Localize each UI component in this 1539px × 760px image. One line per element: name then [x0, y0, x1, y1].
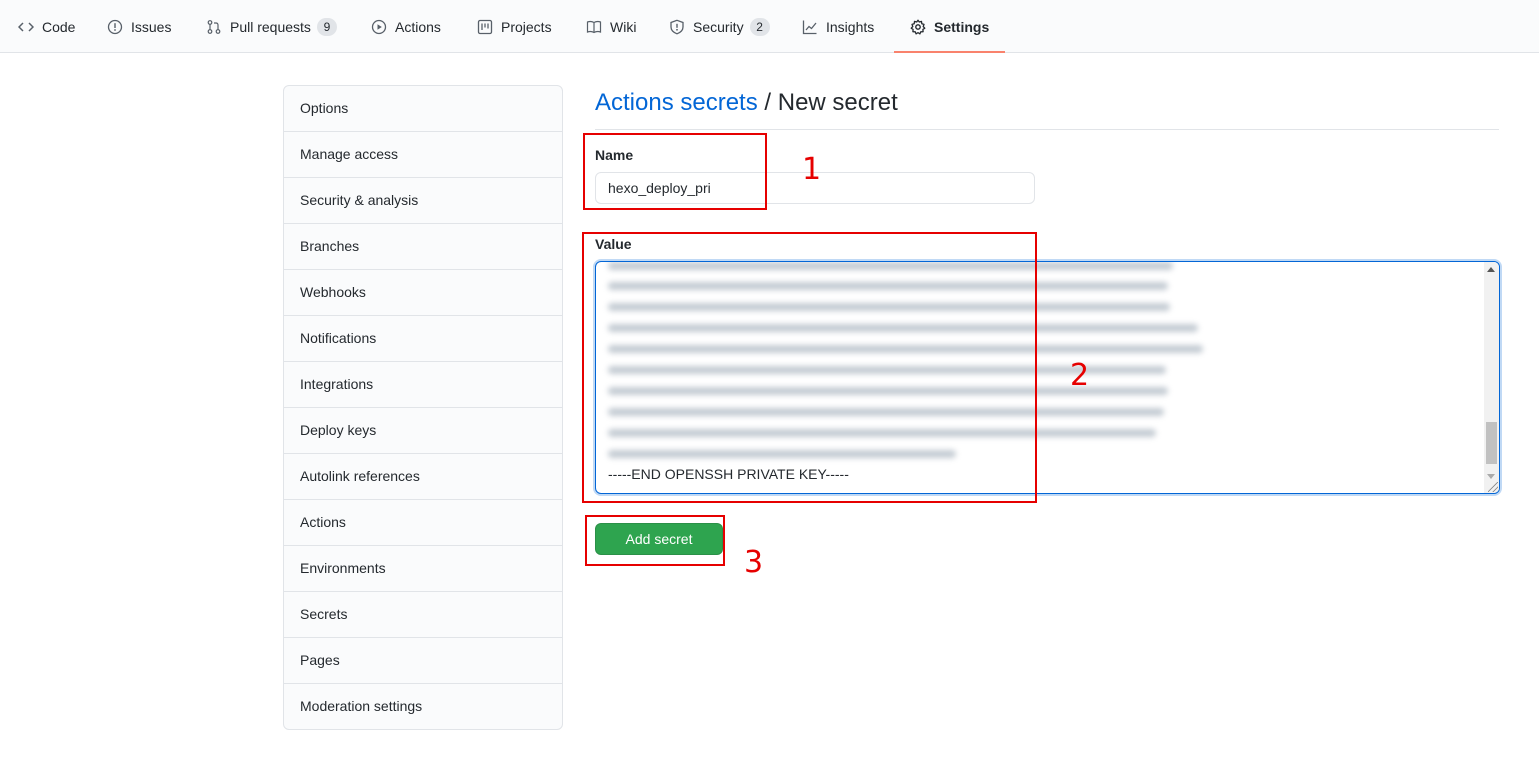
tab-pull-requests[interactable]: Pull requests 9	[206, 0, 337, 53]
title-divider	[595, 129, 1499, 130]
breadcrumb-separator: /	[757, 89, 778, 116]
tab-insights[interactable]: Insights	[802, 0, 874, 53]
annotation-number-3: 3	[744, 545, 764, 580]
sidebar-item-integrations[interactable]: Integrations	[284, 362, 562, 408]
annotation-box-3	[585, 515, 725, 566]
tab-security-label: Security	[693, 18, 744, 35]
scrollbar-thumb[interactable]	[1486, 422, 1497, 464]
tab-projects[interactable]: Projects	[477, 0, 552, 53]
sidebar-item-branches[interactable]: Branches	[284, 224, 562, 270]
scroll-down-arrow-icon[interactable]	[1487, 474, 1495, 479]
security-count-badge: 2	[749, 17, 770, 36]
gear-icon	[910, 19, 926, 35]
issue-icon	[107, 19, 123, 35]
sidebar-item-options[interactable]: Options	[284, 86, 562, 132]
tab-wiki-label: Wiki	[610, 18, 637, 35]
tab-code-label: Code	[42, 18, 76, 35]
annotation-box-1	[583, 133, 767, 210]
sidebar-item-security-analysis[interactable]: Security & analysis	[284, 178, 562, 224]
code-icon	[18, 19, 34, 35]
annotation-number-2: 2	[1070, 358, 1090, 393]
tab-security[interactable]: Security 2	[669, 0, 770, 53]
page-title: Actions secrets / New secret	[595, 88, 898, 118]
tab-actions-label: Actions	[395, 18, 441, 35]
tab-code[interactable]: Code	[18, 0, 75, 53]
settings-sidebar: Options Manage access Security & analysi…	[283, 85, 563, 730]
breadcrumb-actions-secrets-link[interactable]: Actions secrets	[595, 89, 758, 116]
book-icon	[586, 19, 602, 35]
sidebar-item-environments[interactable]: Environments	[284, 546, 562, 592]
sidebar-item-webhooks[interactable]: Webhooks	[284, 270, 562, 316]
sidebar-item-actions[interactable]: Actions	[284, 500, 562, 546]
tab-settings[interactable]: Settings	[893, 0, 1006, 53]
tab-issues[interactable]: Issues	[107, 0, 171, 53]
tab-actions[interactable]: Actions	[371, 0, 441, 53]
shield-icon	[669, 19, 685, 35]
sidebar-item-autolink-references[interactable]: Autolink references	[284, 454, 562, 500]
pull-requests-count-badge: 9	[316, 17, 337, 36]
sidebar-item-manage-access[interactable]: Manage access	[284, 132, 562, 178]
page-title-text: New secret	[777, 89, 898, 116]
sidebar-item-deploy-keys[interactable]: Deploy keys	[284, 408, 562, 454]
tab-wiki[interactable]: Wiki	[586, 0, 636, 53]
resize-handle-icon[interactable]	[1488, 482, 1498, 492]
sidebar-item-secrets[interactable]: Secrets	[284, 592, 562, 638]
sidebar-item-notifications[interactable]: Notifications	[284, 316, 562, 362]
project-icon	[477, 19, 493, 35]
graph-icon	[802, 19, 818, 35]
tab-insights-label: Insights	[826, 18, 875, 35]
tab-projects-label: Projects	[501, 18, 552, 35]
pull-request-icon	[206, 19, 222, 35]
annotation-number-1: 1	[802, 152, 822, 187]
annotation-box-2	[582, 232, 1037, 503]
play-icon	[371, 19, 387, 35]
sidebar-item-pages[interactable]: Pages	[284, 638, 562, 684]
tab-issues-label: Issues	[131, 18, 172, 35]
sidebar-item-moderation-settings[interactable]: Moderation settings	[284, 684, 562, 729]
repo-nav: Code Issues Pull requests 9 Actions Proj…	[0, 0, 1539, 53]
tab-pull-requests-label: Pull requests	[230, 18, 311, 35]
scroll-up-arrow-icon[interactable]	[1487, 267, 1495, 272]
tab-settings-label: Settings	[934, 18, 990, 35]
textarea-scrollbar[interactable]	[1484, 262, 1499, 493]
